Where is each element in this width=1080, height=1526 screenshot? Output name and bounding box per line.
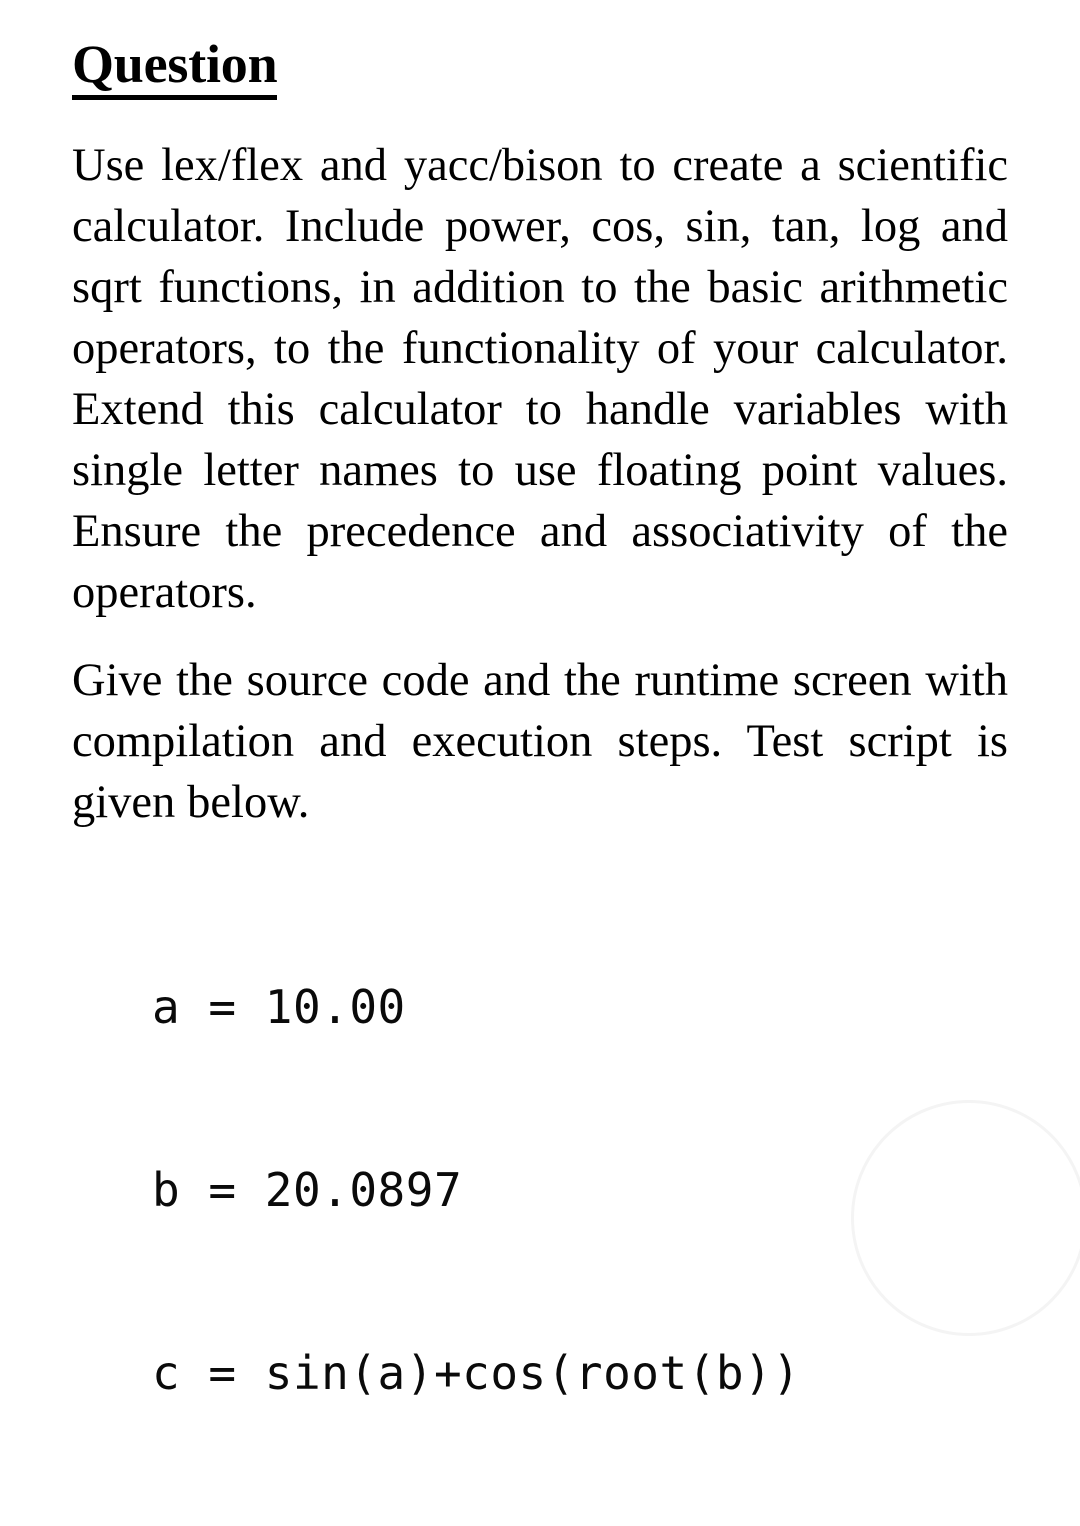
page-title: Question [72, 0, 278, 100]
page-title-text: Question [72, 34, 278, 94]
code-line-assign-b: b = 20.0897 [152, 1162, 463, 1217]
title-underline-rule [72, 94, 278, 100]
code-line-assign-c: c = sin(a)+cos(root(b)) [152, 1345, 801, 1400]
code-line-assign-a: a = 10.00 [152, 979, 406, 1034]
question-paragraph-2: Give the source code and the runtime scr… [72, 654, 1008, 828]
question-paragraph-1: Use lex/flex and yacc/bison to create a … [72, 139, 1008, 618]
test-script-code-block: a = 10.00 b = 20.0897 c = sin(a)+cos(roo… [72, 855, 1008, 1526]
document-page: Question Use lex/flex and yacc/bison to … [0, 0, 1080, 1400]
